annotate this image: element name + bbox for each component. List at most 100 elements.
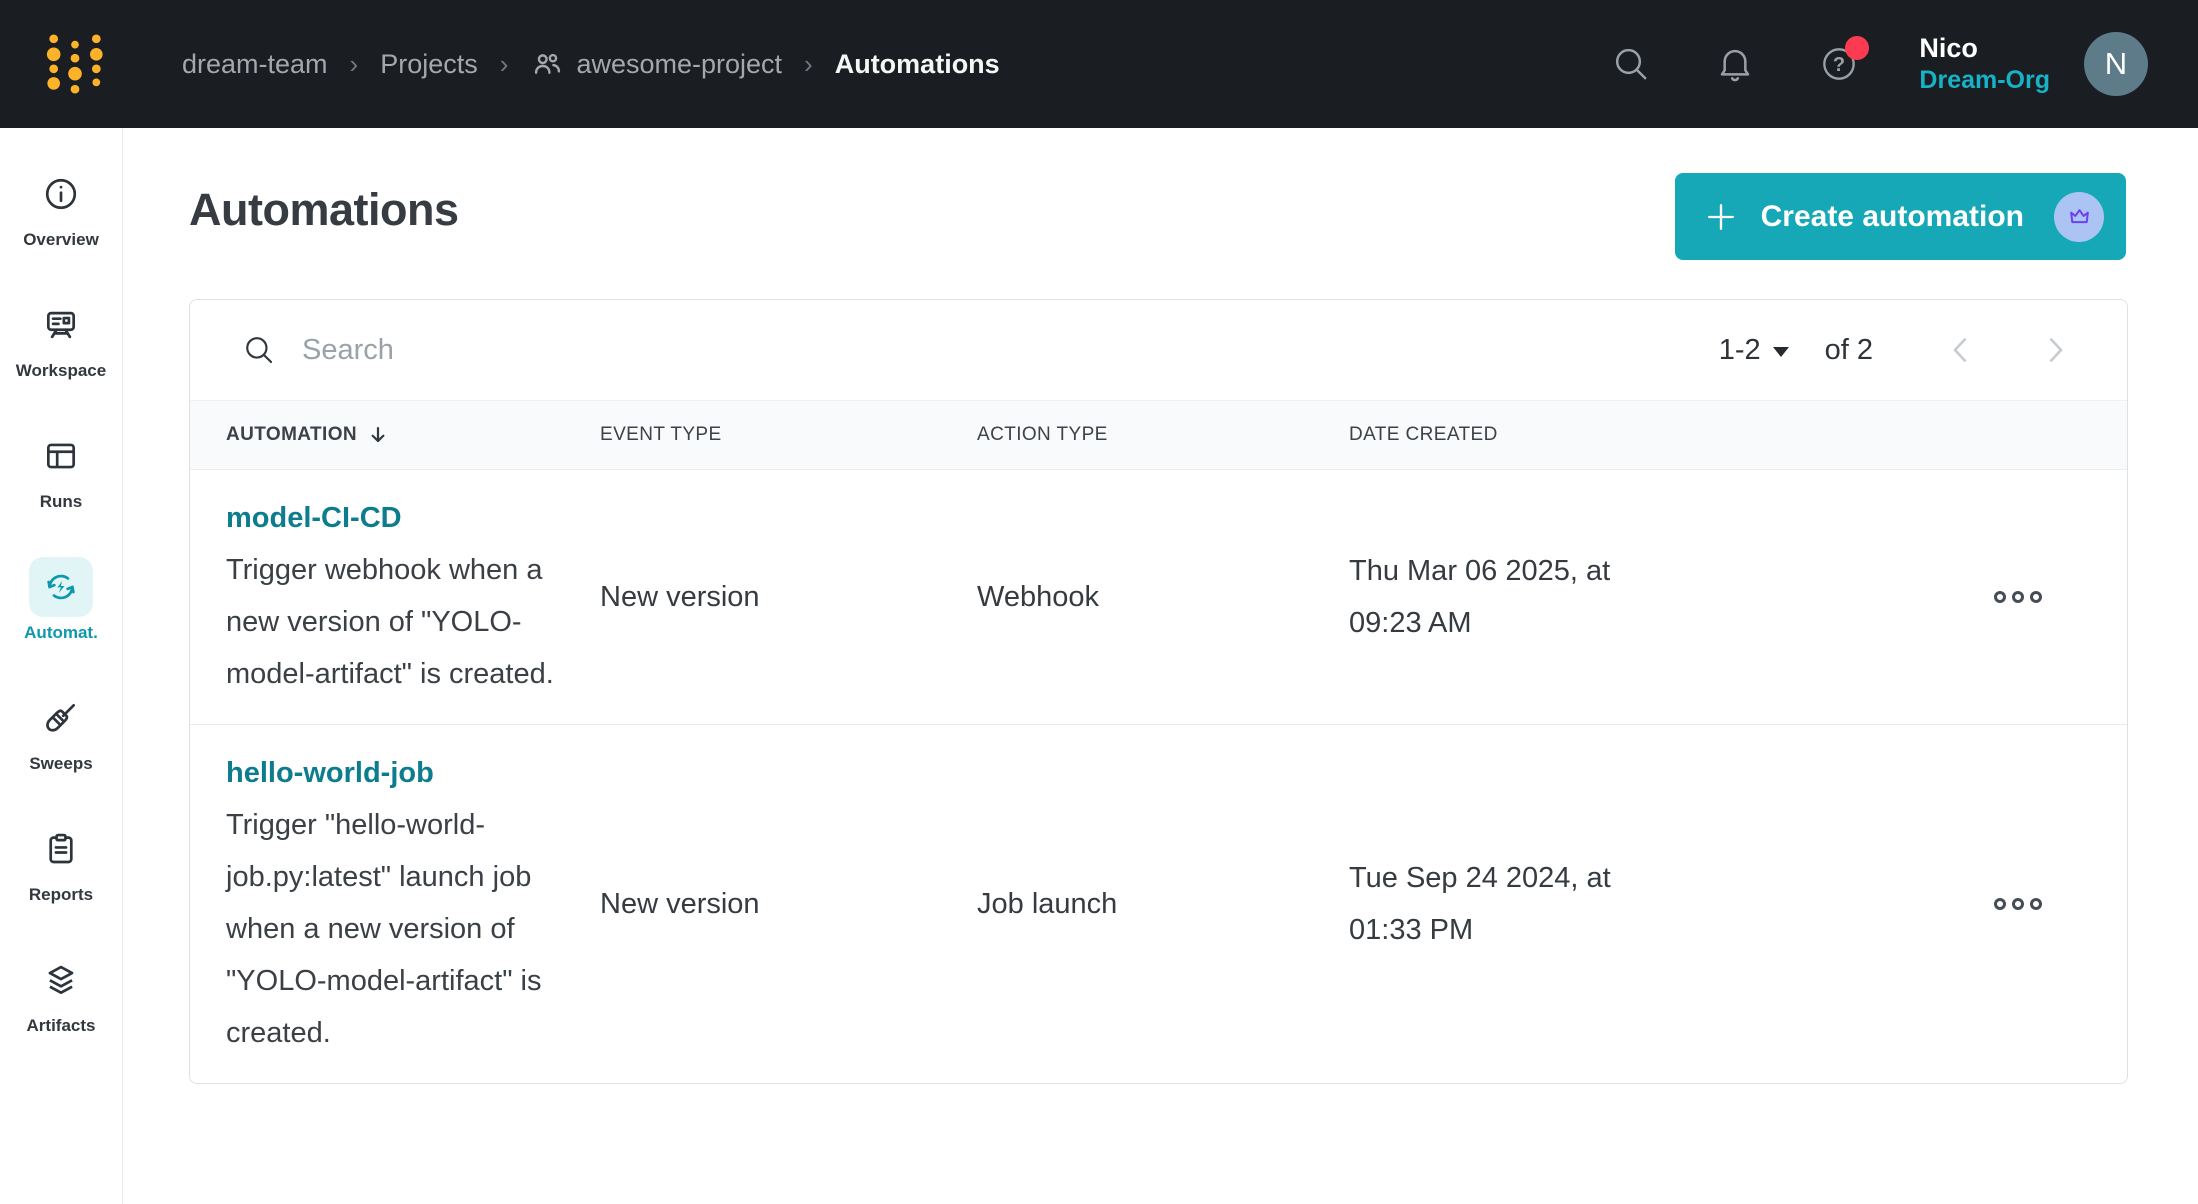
- broom-icon: [42, 699, 80, 737]
- chevron-left-icon: [1943, 332, 1979, 368]
- column-header-event-type[interactable]: EVENT TYPE: [600, 424, 977, 446]
- premium-badge: [2054, 192, 2104, 242]
- search-icon: [1611, 44, 1651, 84]
- sidebar-item-reports[interactable]: Reports: [0, 819, 123, 905]
- info-icon: [42, 175, 80, 213]
- page-range-dropdown[interactable]: 1-2: [1719, 334, 1789, 367]
- breadcrumb-current: Automations: [835, 49, 1000, 80]
- page-range-label: 1-2: [1719, 334, 1761, 367]
- pagination-next-button[interactable]: [2037, 332, 2073, 368]
- topbar-icon-group: ?: [1611, 44, 1859, 84]
- bell-icon: [1715, 44, 1755, 84]
- sidebar-item-label: Workspace: [16, 361, 106, 381]
- wandb-dots-icon: [44, 29, 106, 99]
- chevron-right-icon: [2037, 332, 2073, 368]
- automations-sync-bolt-icon: [42, 568, 80, 606]
- svg-text:?: ?: [1833, 54, 1845, 76]
- avatar[interactable]: N: [2084, 32, 2148, 96]
- action-type-cell: Webhook: [977, 581, 1349, 614]
- crown-icon: [2066, 203, 2093, 230]
- menu-dot-icon: [2012, 898, 2024, 910]
- page-nav: [1943, 332, 2073, 368]
- menu-dot-icon: [2030, 591, 2042, 603]
- team-members-icon: [530, 47, 564, 81]
- topbar-right: ? Nico Dream-Org N: [1611, 32, 2198, 97]
- create-automation-button[interactable]: Create automation: [1675, 173, 2126, 260]
- breadcrumb-projects[interactable]: Projects: [380, 49, 478, 80]
- automation-description: Trigger webhook when a new version of "Y…: [226, 544, 562, 700]
- sidebar-item-label: Runs: [40, 492, 83, 512]
- date-created-cell: Thu Mar 06 2025, at 09:23 AM: [1349, 545, 1659, 649]
- search-icon: [242, 333, 276, 367]
- table-search: [242, 333, 1719, 367]
- automation-name-link[interactable]: model-CI-CD: [226, 492, 402, 544]
- row-menu-button[interactable]: [1984, 888, 2052, 920]
- sidebar-item-label: Artifacts: [27, 1016, 96, 1036]
- column-header-action-type[interactable]: ACTION TYPE: [977, 424, 1349, 446]
- breadcrumb-separator: ›: [804, 49, 813, 80]
- main-content: Automations Create automation: [123, 128, 2198, 1204]
- search-button[interactable]: [1611, 44, 1651, 84]
- automations-table-card: 1-2 of 2: [189, 299, 2128, 1084]
- column-header-automation[interactable]: AUTOMATION: [190, 424, 600, 446]
- sidebar-item-runs[interactable]: Runs: [0, 426, 123, 512]
- row-actions-cell: [1909, 581, 2127, 613]
- menu-dot-icon: [2030, 898, 2042, 910]
- notifications-button[interactable]: [1715, 44, 1755, 84]
- runs-table-icon: [42, 437, 80, 475]
- sidebar-item-label: Automat.: [24, 623, 98, 643]
- workspace-board-icon: [42, 306, 80, 344]
- topbar: dream-team › Projects › awesome-project …: [0, 0, 2198, 128]
- sidebar-item-label: Sweeps: [29, 754, 92, 774]
- column-header-date-created[interactable]: DATE CREATED: [1349, 424, 1909, 446]
- sidebar-item-overview[interactable]: Overview: [0, 164, 123, 250]
- chevron-down-icon: [1773, 347, 1789, 357]
- sidebar-item-automations[interactable]: Automat.: [0, 557, 123, 643]
- event-type-cell: New version: [600, 888, 977, 921]
- plus-icon: [1705, 201, 1737, 233]
- sort-desc-arrow-icon: [367, 424, 389, 446]
- menu-dot-icon: [1994, 591, 2006, 603]
- breadcrumb-separator: ›: [350, 49, 359, 80]
- event-type-cell: New version: [600, 581, 977, 614]
- table-toolbar: 1-2 of 2: [190, 300, 2127, 400]
- row-menu-button[interactable]: [1984, 581, 2052, 613]
- automation-cell: model-CI-CD Trigger webhook when a new v…: [190, 470, 600, 724]
- table-row: hello-world-job Trigger "hello-world-job…: [190, 724, 2127, 1083]
- sidebar-item-label: Reports: [29, 885, 93, 905]
- user-org: Dream-Org: [1919, 65, 2050, 96]
- create-automation-label: Create automation: [1761, 200, 2024, 234]
- sidebar-item-sweeps[interactable]: Sweeps: [0, 688, 123, 774]
- breadcrumb-project[interactable]: awesome-project: [530, 47, 782, 81]
- pagination: 1-2 of 2: [1719, 332, 2073, 368]
- automation-cell: hello-world-job Trigger "hello-world-job…: [190, 725, 600, 1083]
- help-button[interactable]: ?: [1819, 44, 1859, 84]
- search-input[interactable]: [302, 334, 902, 367]
- menu-dot-icon: [1994, 898, 2006, 910]
- pagination-prev-button[interactable]: [1943, 332, 1979, 368]
- action-type-cell: Job launch: [977, 888, 1349, 921]
- project-sidebar: Overview Workspace Runs: [0, 128, 123, 1204]
- sidebar-item-label: Overview: [23, 230, 99, 250]
- clipboard-icon: [42, 830, 80, 868]
- menu-dot-icon: [2012, 591, 2024, 603]
- sidebar-item-artifacts[interactable]: Artifacts: [0, 950, 123, 1036]
- table-row: model-CI-CD Trigger webhook when a new v…: [190, 470, 2127, 724]
- breadcrumb-project-label: awesome-project: [576, 49, 782, 80]
- row-actions-cell: [1909, 888, 2127, 920]
- date-created-cell: Tue Sep 24 2024, at 01:33 PM: [1349, 852, 1659, 956]
- page-total-label: of 2: [1825, 334, 1873, 367]
- automation-name-link[interactable]: hello-world-job: [226, 747, 434, 799]
- column-header-label: AUTOMATION: [226, 424, 357, 446]
- breadcrumb-team[interactable]: dream-team: [182, 49, 328, 80]
- table-header-row: AUTOMATION EVENT TYPE ACTION TYPE DATE C…: [190, 400, 2127, 470]
- layers-icon: [42, 961, 80, 999]
- wandb-logo[interactable]: [44, 29, 106, 99]
- automation-description: Trigger "hello-world-job.py:latest" laun…: [226, 799, 562, 1059]
- breadcrumb-separator: ›: [500, 49, 509, 80]
- breadcrumb: dream-team › Projects › awesome-project …: [182, 47, 1000, 81]
- sidebar-item-workspace[interactable]: Workspace: [0, 295, 123, 381]
- user-name: Nico: [1919, 32, 2050, 66]
- notification-badge: [1845, 36, 1869, 60]
- user-block[interactable]: Nico Dream-Org: [1919, 32, 2050, 97]
